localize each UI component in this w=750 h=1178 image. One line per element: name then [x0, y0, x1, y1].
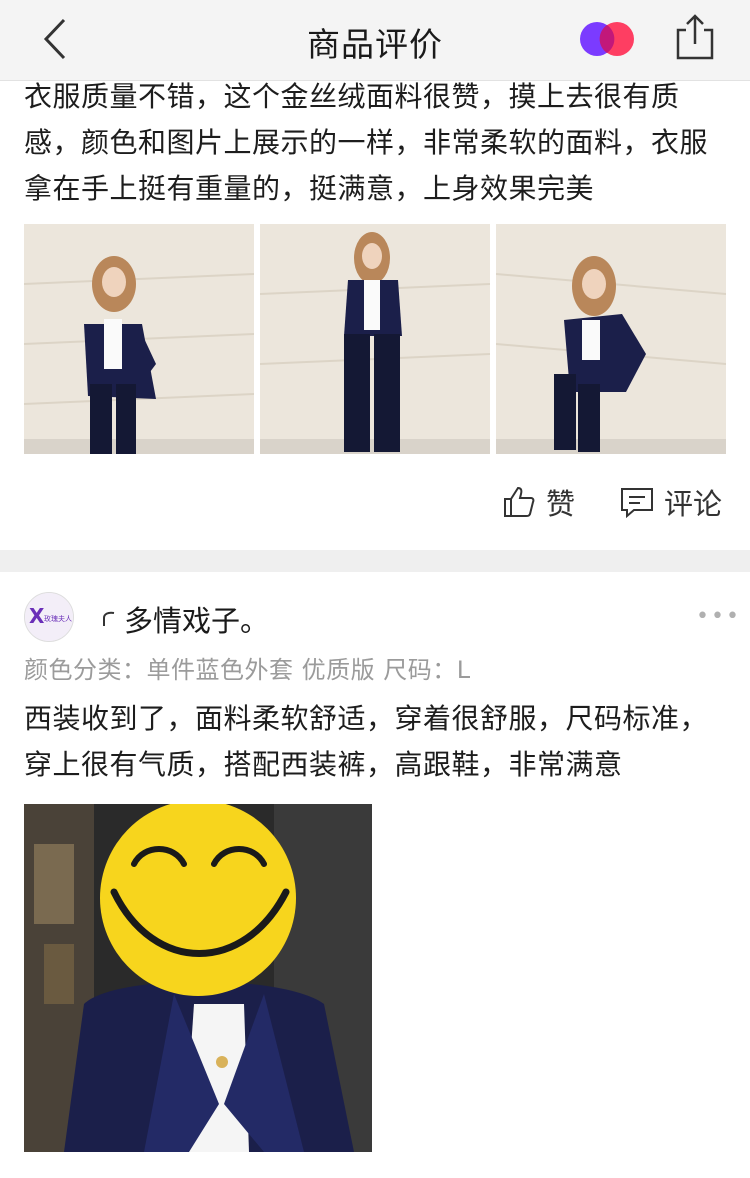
comment-button[interactable]: 评论 — [620, 480, 722, 524]
thumbs-up-icon — [504, 486, 535, 517]
like-label: 赞 — [546, 487, 576, 521]
app-logo-icon — [580, 22, 634, 56]
review-photo-1[interactable] — [24, 224, 254, 454]
review-text: 西装收到了，面料柔软舒适，穿着很舒服，尺码标准，穿上很有气质，搭配西装裤，高跟鞋… — [24, 702, 709, 781]
svg-text:玫瑰夫人: 玫瑰夫人 — [44, 614, 72, 623]
top-nav-bar: 商品评价 — [0, 0, 750, 81]
comment-icon — [621, 488, 653, 518]
more-options-button[interactable]: ••• — [696, 604, 741, 629]
share-button[interactable] — [672, 12, 718, 62]
review-photo-3[interactable] — [496, 224, 726, 454]
user-level-icon — [103, 611, 115, 626]
avatar[interactable]: X 玫瑰夫人 — [24, 592, 74, 642]
product-variant-info: 颜色分类：单件蓝色外套 优质版 尺码：L — [24, 656, 471, 684]
review-photo-large[interactable] — [24, 804, 372, 1152]
review-photo-2[interactable] — [260, 224, 490, 454]
like-button[interactable]: 赞 — [502, 480, 575, 524]
review-text: 衣服质量不错，这个金丝绒面料很赞，摸上去很有质感，颜色和图片上展示的一样，非常柔… — [24, 80, 709, 205]
comment-label: 评论 — [664, 487, 723, 521]
share-icon — [676, 14, 714, 60]
page-title: 商品评价 — [307, 25, 443, 64]
username[interactable]: 多情戏子。 — [124, 598, 269, 640]
section-divider — [0, 550, 750, 572]
svg-text:X: X — [29, 604, 45, 628]
